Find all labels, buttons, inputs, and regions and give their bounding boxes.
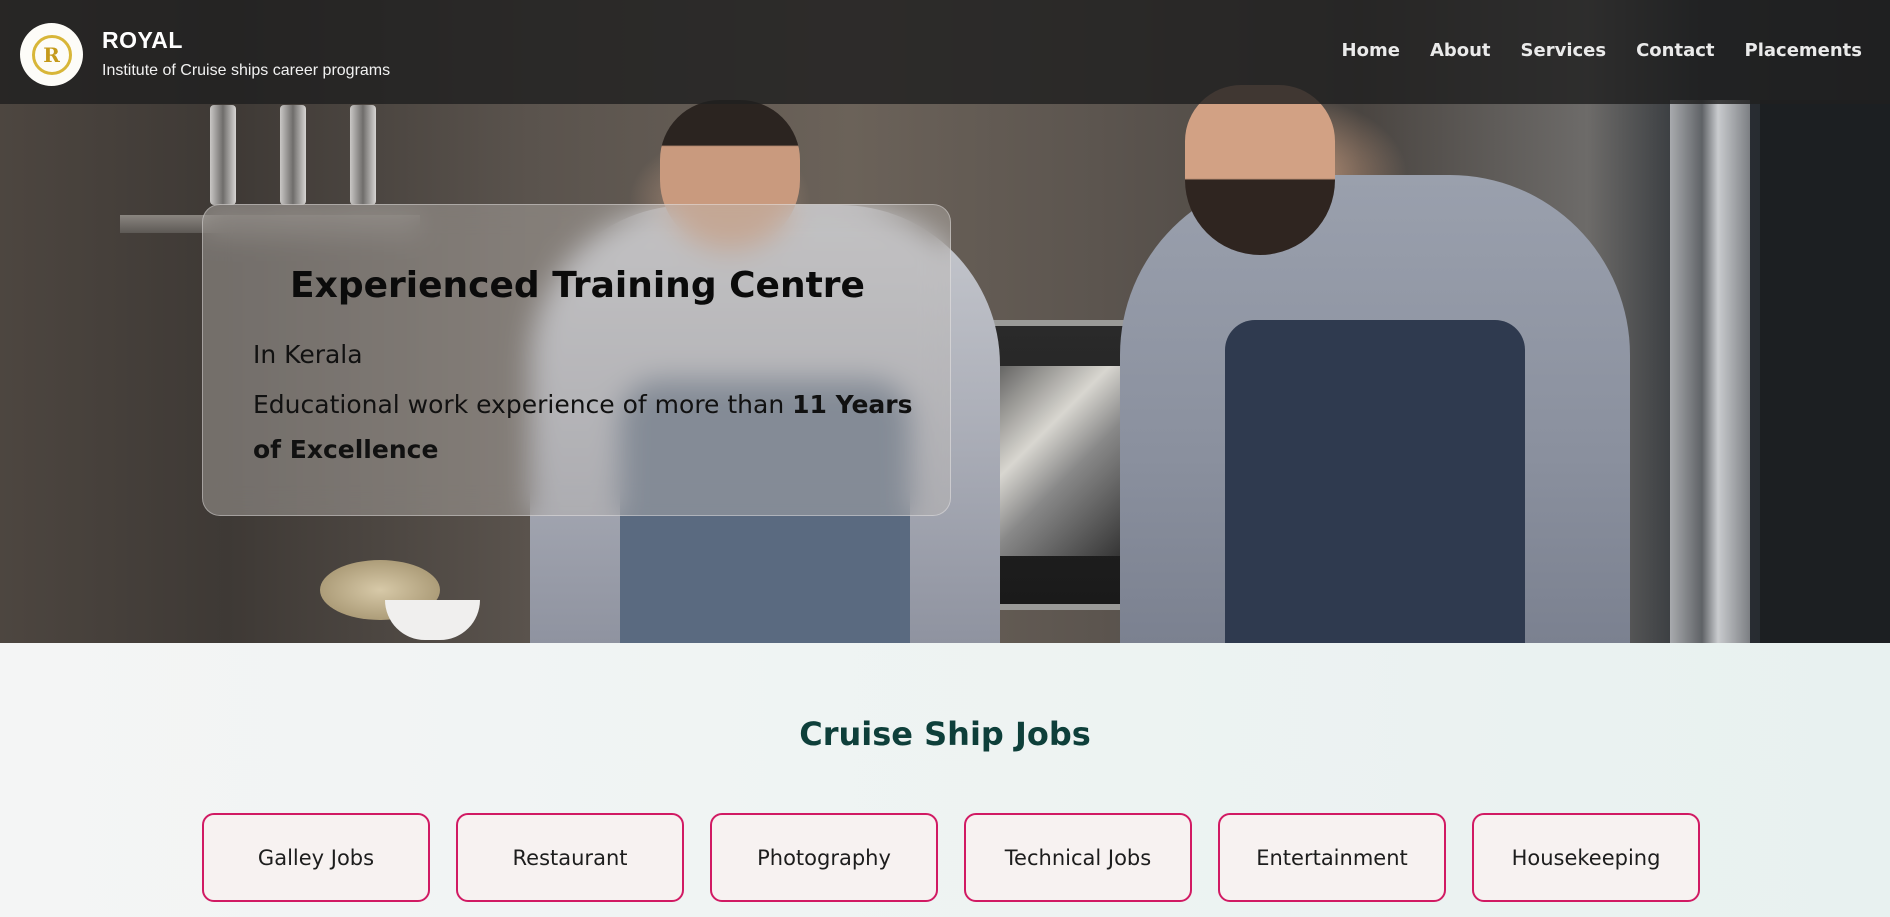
steel-canister [350,105,376,205]
job-photography-button[interactable]: Photography [710,813,938,902]
hero-info-card: Experienced Training Centre In Kerala Ed… [202,204,951,516]
job-galley-button[interactable]: Galley Jobs [202,813,430,902]
steel-canister [280,105,306,205]
dark-wall [1760,100,1890,643]
jobs-section: Cruise Ship Jobs Galley Jobs Restaurant … [0,643,1890,917]
site-header: R ROYAL Institute of Cruise ships career… [0,0,1890,104]
brand-title: ROYAL [102,27,183,53]
job-restaurant-button[interactable]: Restaurant [456,813,684,902]
main-nav: Home About Services Contact Placements [1342,40,1862,61]
hero-experience: Educational work experience of more than… [253,382,933,472]
jobs-heading: Cruise Ship Jobs [799,715,1091,753]
chef-right-head [1185,85,1335,255]
nav-home[interactable]: Home [1342,40,1400,61]
nav-about[interactable]: About [1430,40,1491,61]
hero-title: Experienced Training Centre [290,265,865,306]
steel-pillar [1670,100,1750,643]
nav-contact[interactable]: Contact [1636,40,1714,61]
job-housekeeping-button[interactable]: Housekeeping [1472,813,1700,902]
brand-subtitle: Institute of Cruise ships career program… [102,62,391,79]
steel-canister [210,105,236,205]
nav-services[interactable]: Services [1521,40,1607,61]
job-entertainment-button[interactable]: Entertainment [1218,813,1446,902]
royal-crest-icon[interactable]: R [20,23,83,86]
logo-glyph: R [31,34,72,75]
experience-prefix: Educational work experience of more than [253,390,793,419]
bowl [385,600,480,640]
apron-right [1225,320,1525,643]
job-technical-button[interactable]: Technical Jobs [964,813,1192,902]
nav-placements[interactable]: Placements [1745,40,1862,61]
hero-location: In Kerala [253,340,363,369]
